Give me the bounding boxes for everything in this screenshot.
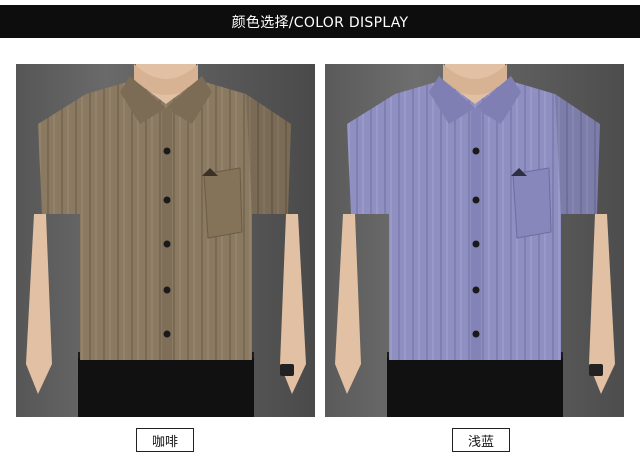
- header-title: 颜色选择/COLOR DISPLAY: [231, 14, 409, 31]
- color-label-coffee[interactable]: 咖啡: [136, 428, 194, 452]
- color-label-light-blue[interactable]: 浅蓝: [452, 428, 510, 452]
- header-bar: 颜色选择/COLOR DISPLAY: [0, 5, 640, 38]
- shirt-illustration-coffee: [26, 64, 306, 417]
- shirt-illustration-light-blue: [335, 64, 615, 417]
- product-photo-coffee[interactable]: [16, 64, 315, 417]
- product-photo-light-blue[interactable]: [325, 64, 624, 417]
